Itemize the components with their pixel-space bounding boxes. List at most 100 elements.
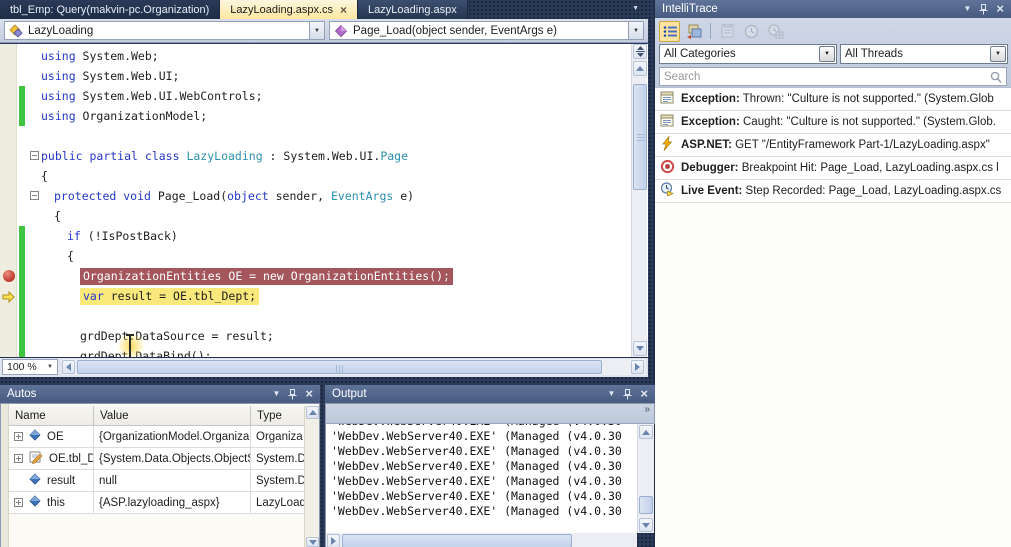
members-dropdown[interactable]: Page_Load(object sender, EventArgs e) ▼ — [329, 21, 644, 40]
editor-zoom-value: 100 % — [7, 361, 37, 373]
window-menu-icon[interactable]: ▼ — [272, 390, 280, 398]
intellitrace-titlebar[interactable]: IntelliTrace ▼ × — [655, 0, 1011, 18]
editor-vscroll-thumb[interactable] — [633, 84, 647, 190]
toolbar-overflow-icon[interactable]: » — [644, 404, 650, 415]
types-dropdown[interactable]: LazyLoading ▼ — [4, 21, 325, 40]
trace-table-button[interactable] — [765, 21, 786, 42]
document-tab[interactable]: LazyLoading.aspx.cs× — [220, 0, 358, 19]
output-horizontal-scrollbar[interactable] — [326, 533, 637, 547]
threads-filter-dropdown[interactable]: All Threads ▼ — [840, 44, 1008, 64]
event-category: Debugger: — [681, 162, 739, 174]
pin-icon[interactable] — [623, 389, 632, 400]
column-header-value[interactable]: Value — [94, 406, 251, 426]
output-vscroll-thumb[interactable] — [639, 496, 653, 514]
close-icon[interactable]: × — [640, 389, 648, 399]
editor-zoom-dropdown[interactable]: 100 % ▼ — [2, 359, 58, 375]
autos-vertical-scrollbar[interactable] — [304, 406, 319, 547]
types-dropdown-button[interactable]: ▼ — [309, 22, 324, 39]
intellitrace-controls: All Categories ▼ All Threads ▼ — [655, 18, 1011, 88]
watch-icon-wrap — [29, 495, 41, 510]
watch-row[interactable]: this{ASP.lazyloading_aspx}LazyLoad — [9, 492, 303, 514]
expand-icon[interactable] — [14, 432, 23, 441]
expand-icon[interactable] — [14, 454, 23, 463]
output-line: 'WebDev.WebServer40.EXE' (Managed (v4.0.… — [331, 489, 637, 504]
timeline-button[interactable] — [741, 21, 762, 42]
members-dropdown-button[interactable]: ▼ — [628, 22, 643, 39]
scroll-up-button[interactable] — [306, 406, 319, 419]
scroll-right-button[interactable] — [631, 360, 644, 374]
watch-value-cell: {System.Data.Objects.ObjectS — [94, 448, 251, 470]
autos-panel: Autos ▼ × NameValueType OE{OrganizationM… — [0, 385, 320, 547]
output-log[interactable]: 'WebDev.WebServer40.EXE' (Managed (v4.0.… — [326, 424, 637, 533]
token: if — [67, 229, 81, 243]
tasks-button[interactable] — [717, 21, 738, 42]
autos-titlebar[interactable]: Autos ▼ × — [0, 385, 320, 403]
search-input[interactable] — [664, 69, 986, 84]
fold-collapse-icon[interactable] — [30, 191, 39, 200]
window-menu-icon[interactable]: ▼ — [607, 390, 615, 398]
pin-icon[interactable] — [979, 4, 988, 15]
watch-name-cell: OE.tbl_D — [9, 448, 94, 470]
categories-dropdown-button[interactable]: ▼ — [819, 46, 835, 62]
event-icon-wrap — [660, 159, 675, 177]
output-hscroll-thumb[interactable] — [342, 534, 572, 547]
watch-row[interactable]: OE{OrganizationModel.OrganizaOrganiza — [9, 426, 303, 448]
editor-vertical-scrollbar[interactable] — [631, 44, 647, 357]
close-icon[interactable]: × — [996, 4, 1004, 14]
column-header-type[interactable]: Type — [251, 406, 311, 426]
scroll-down-button[interactable] — [639, 518, 653, 532]
intellitrace-event-row[interactable]: ASP.NET: GET "/EntityFramework Part-1/La… — [655, 134, 1011, 157]
categories-filter-dropdown[interactable]: All Categories ▼ — [659, 44, 837, 64]
tab-close-icon[interactable]: × — [340, 5, 347, 15]
scroll-right-button[interactable] — [327, 534, 340, 547]
event-icon-wrap — [660, 182, 675, 200]
scroll-down-button[interactable] — [306, 537, 319, 547]
editor-horizontal-scrollbar[interactable] — [62, 359, 646, 375]
change-bar — [19, 346, 25, 357]
fold-collapse-icon[interactable] — [30, 151, 39, 160]
watch-name-cell: this — [9, 492, 94, 514]
document-tabstrip: tbl_Emp: Query(makvin-pc.Organization)La… — [0, 0, 648, 19]
token: (!IsPostBack) — [81, 229, 178, 243]
column-header-name[interactable]: Name — [9, 406, 94, 426]
document-tab[interactable]: tbl_Emp: Query(makvin-pc.Organization) — [0, 0, 220, 19]
code-text: using OrganizationModel; — [41, 106, 207, 126]
scroll-up-button[interactable] — [633, 61, 647, 76]
output-toolbar: » — [325, 403, 655, 424]
scroll-down-button[interactable] — [633, 341, 647, 356]
intellitrace-event-row[interactable]: Debugger: Breakpoint Hit: Page_Load, Laz… — [655, 157, 1011, 180]
splitter-handle[interactable] — [633, 44, 647, 59]
events-view-button[interactable] — [659, 21, 680, 42]
breakpoint-icon[interactable] — [3, 270, 15, 282]
token: partial — [89, 149, 137, 163]
event-description: GET "/EntityFramework Part-1/LazyLoading… — [732, 139, 990, 151]
window-menu-icon[interactable]: ▼ — [963, 5, 971, 13]
output-line: 'WebDev.WebServer40.EXE' (Managed (v4.0.… — [331, 504, 637, 519]
intellitrace-title: IntelliTrace — [662, 3, 718, 15]
output-titlebar[interactable]: Output ▼ × — [325, 385, 655, 403]
intellitrace-event-row[interactable]: Exception: Caught: "Culture is not suppo… — [655, 111, 1011, 134]
pin-icon[interactable] — [288, 389, 297, 400]
intellitrace-search-box[interactable] — [659, 67, 1007, 86]
output-vertical-scrollbar[interactable] — [637, 424, 654, 533]
intellitrace-event-row[interactable]: Live Event: Step Recorded: Page_Load, La… — [655, 180, 1011, 203]
intellitrace-panel: IntelliTrace ▼ × — [654, 0, 1011, 547]
code-editor[interactable]: using System.Web;using System.Web.UI;usi… — [0, 44, 648, 357]
close-icon[interactable]: × — [305, 389, 313, 399]
document-well-dropdown-icon[interactable]: ▼ — [632, 5, 639, 12]
calls-view-button[interactable] — [683, 21, 704, 42]
code-line: grdDept.DataBind(); — [0, 346, 631, 357]
document-tab[interactable]: LazyLoading.aspx — [358, 0, 468, 19]
watch-row[interactable]: resultnullSystem.D — [9, 470, 303, 492]
watch-row[interactable]: OE.tbl_D{System.Data.Objects.ObjectSSyst… — [9, 448, 303, 470]
code-text: protected void Page_Load(object sender, … — [54, 186, 414, 206]
expand-icon[interactable] — [14, 498, 23, 507]
token — [138, 149, 145, 163]
intellitrace-event-row[interactable]: Exception: Thrown: "Culture is not suppo… — [655, 88, 1011, 111]
editor-hscroll-thumb[interactable] — [77, 360, 602, 374]
scroll-left-button[interactable] — [62, 360, 75, 374]
scroll-up-button[interactable] — [639, 425, 653, 439]
threads-dropdown-button[interactable]: ▼ — [990, 46, 1006, 62]
code-text: using System.Web; — [41, 46, 159, 66]
watch-name: this — [47, 497, 65, 509]
